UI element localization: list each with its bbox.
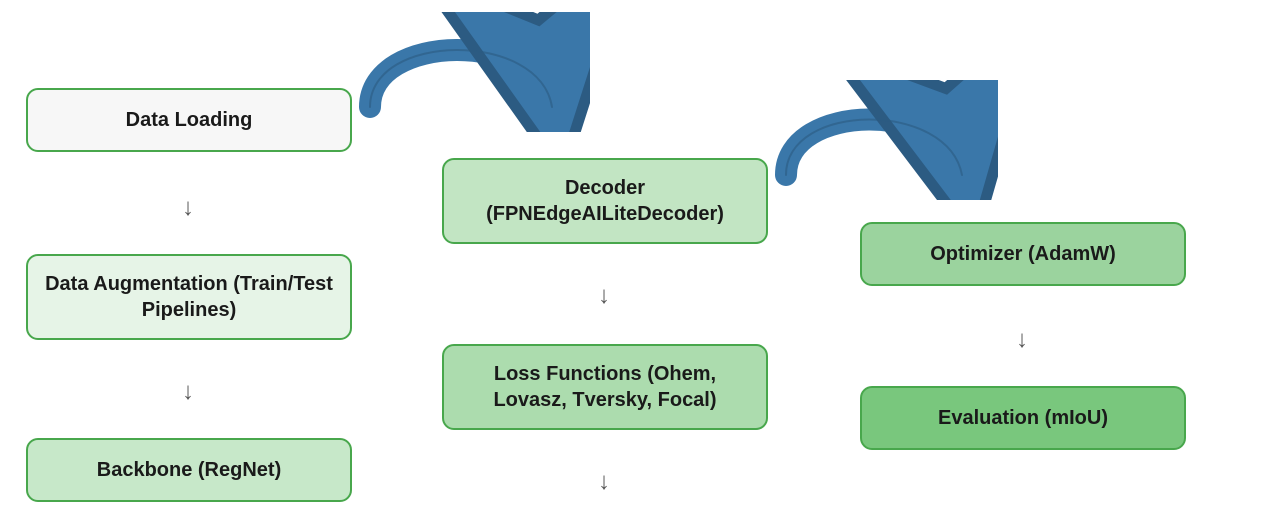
node-label: Loss Functions (Ohem, Lovasz, Tversky, F… bbox=[460, 361, 750, 413]
arrow-down-icon: ↓ bbox=[598, 470, 610, 494]
arrow-down-icon: ↓ bbox=[1016, 328, 1028, 352]
node-backbone: Backbone (RegNet) bbox=[26, 438, 352, 502]
node-data-loading: Data Loading bbox=[26, 88, 352, 152]
arrow-down-icon: ↓ bbox=[182, 196, 194, 220]
node-optimizer: Optimizer (AdamW) bbox=[860, 222, 1186, 286]
node-label: Optimizer (AdamW) bbox=[930, 241, 1116, 267]
curved-arrow-icon bbox=[330, 12, 590, 132]
node-evaluation: Evaluation (mIoU) bbox=[860, 386, 1186, 450]
node-decoder: Decoder (FPNEdgeAILiteDecoder) bbox=[442, 158, 768, 244]
node-data-augmentation: Data Augmentation (Train/Test Pipelines) bbox=[26, 254, 352, 340]
arrow-down-icon: ↓ bbox=[598, 284, 610, 308]
node-label: Evaluation (mIoU) bbox=[938, 405, 1108, 431]
node-label: Backbone (RegNet) bbox=[97, 457, 281, 483]
node-loss-functions: Loss Functions (Ohem, Lovasz, Tversky, F… bbox=[442, 344, 768, 430]
arrow-down-icon: ↓ bbox=[182, 380, 194, 404]
node-label: Data Augmentation (Train/Test Pipelines) bbox=[44, 271, 334, 323]
node-label: Data Loading bbox=[126, 107, 253, 133]
diagram-stage: Data Loading ↓ Data Augmentation (Train/… bbox=[0, 0, 1280, 530]
node-label: Decoder (FPNEdgeAILiteDecoder) bbox=[460, 175, 750, 227]
curved-arrow-icon bbox=[748, 80, 998, 200]
